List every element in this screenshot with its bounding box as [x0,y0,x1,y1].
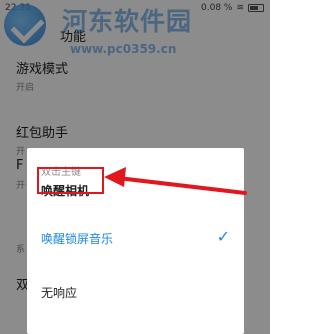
option-wake-lockscreen-music[interactable]: 唤醒锁屏音乐 ✓ [27,218,244,258]
check-icon: ✓ [216,227,230,246]
option-no-response[interactable]: 无响应 [27,272,244,312]
annotation-highlight-box [37,167,104,194]
option-label: 无响应 [41,286,78,300]
annotation-arrow-icon [104,167,247,195]
option-label: 唤醒锁屏音乐 [41,232,114,246]
